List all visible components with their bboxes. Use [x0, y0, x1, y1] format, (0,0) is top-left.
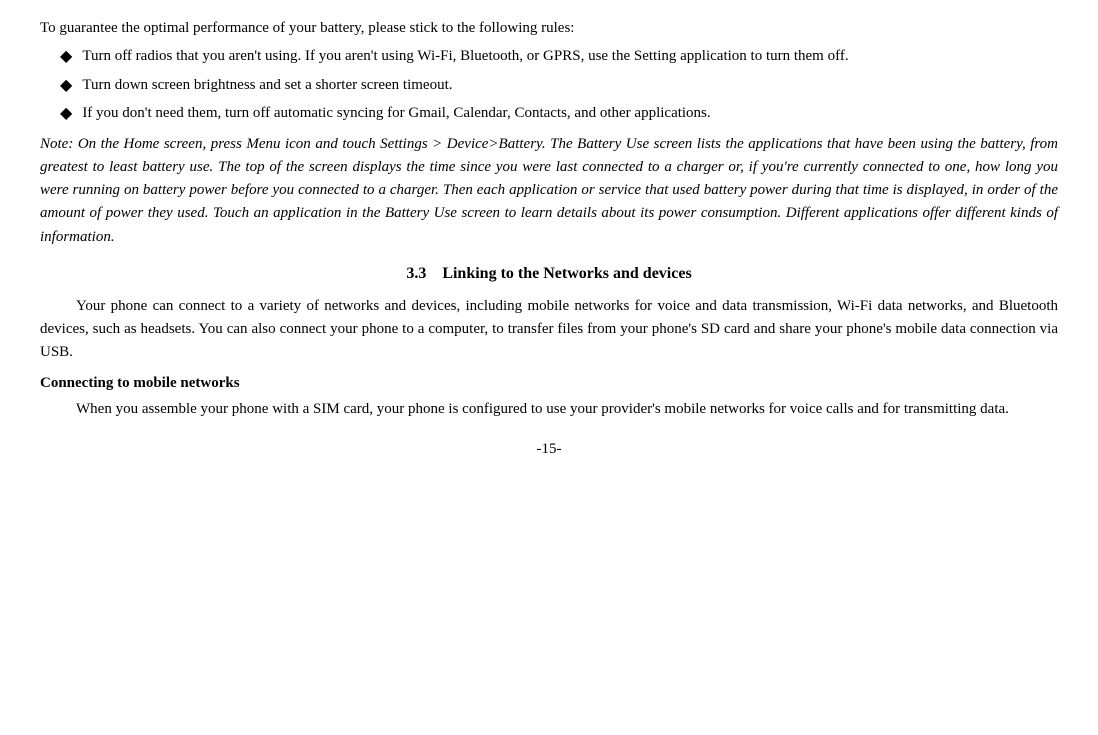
bullet-icon: ◆ [60, 103, 72, 123]
list-item: ◆ Turn off radios that you aren't using.… [60, 45, 1058, 68]
page-content: To guarantee the optimal performance of … [40, 20, 1058, 458]
page-number: -15- [40, 441, 1058, 458]
list-item: ◆ If you don't need them, turn off autom… [60, 102, 1058, 125]
bullet-text-2: Turn down screen brightness and set a sh… [82, 74, 1058, 97]
section-title: Linking to the Networks and devices [442, 265, 691, 282]
section-heading: 3.3 Linking to the Networks and devices [40, 265, 1058, 283]
bullet-text-1: Turn off radios that you aren't using. I… [82, 45, 1058, 68]
list-item: ◆ Turn down screen brightness and set a … [60, 74, 1058, 97]
bullet-text-3: If you don't need them, turn off automat… [82, 102, 1058, 125]
sub-paragraph: When you assemble your phone with a SIM … [40, 398, 1058, 421]
intro-line: To guarantee the optimal performance of … [40, 20, 1058, 37]
bullet-icon: ◆ [60, 46, 72, 66]
sub-heading: Connecting to mobile networks [40, 375, 1058, 392]
note-block: Note: On the Home screen, press Menu ico… [40, 133, 1058, 249]
bullet-icon: ◆ [60, 75, 72, 95]
section-number: 3.3 [406, 265, 426, 282]
main-paragraph: Your phone can connect to a variety of n… [40, 295, 1058, 365]
bullet-list: ◆ Turn off radios that you aren't using.… [60, 45, 1058, 125]
